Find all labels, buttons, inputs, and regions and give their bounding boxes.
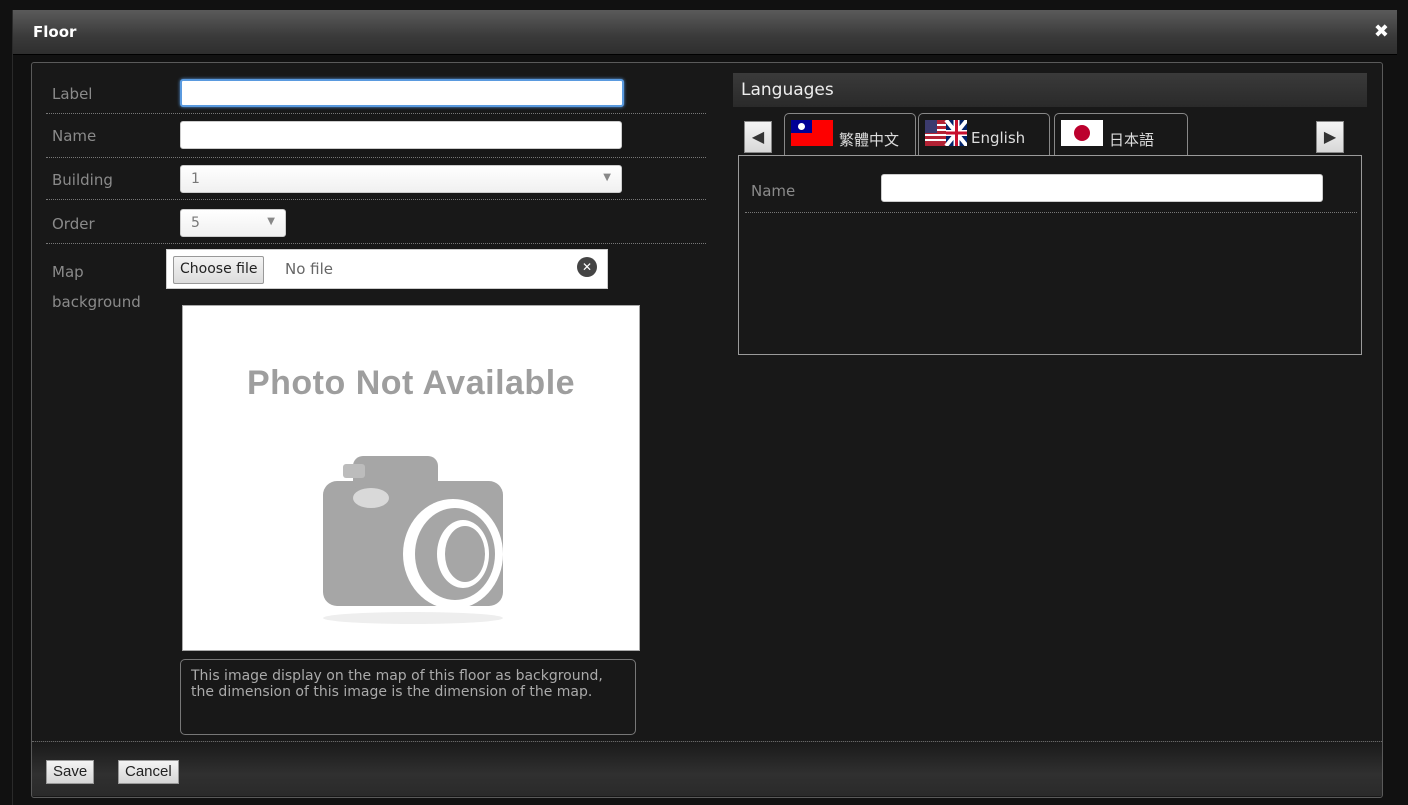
map-label-line1: Map	[52, 263, 84, 281]
label-row: Label	[46, 77, 706, 114]
translated-name-label: Name	[751, 182, 796, 200]
taiwan-flag-icon	[791, 120, 833, 146]
arrow-left-icon[interactable]: ◀	[744, 121, 772, 153]
building-selected: 1	[191, 171, 200, 187]
camera-icon	[323, 456, 503, 624]
label-label: Label	[52, 85, 93, 103]
tab-label-english: English	[971, 129, 1026, 147]
order-selected: 5	[191, 215, 200, 231]
languages-header: Languages	[733, 73, 1367, 107]
name-row: Name	[46, 119, 706, 158]
language-panel: Name	[738, 155, 1362, 355]
dialog-body: Label Name Building 1 ▼ Order 5 ▼ Map ba…	[31, 62, 1383, 798]
floor-dialog: Floor ✖ Label Name Building 1 ▼ Order 5 …	[12, 10, 1397, 805]
map-label-line2: background	[52, 293, 141, 311]
chevron-down-icon: ▼	[603, 172, 611, 183]
clear-file-icon[interactable]: ✕	[577, 257, 597, 277]
tab-label-japanese: 日本語	[1109, 131, 1155, 149]
photo-placeholder-text: Photo Not Available	[246, 364, 576, 402]
save-button[interactable]: Save	[46, 760, 95, 784]
map-background-help: This image display on the map of this fl…	[180, 659, 636, 735]
cancel-button[interactable]: Cancel	[118, 760, 179, 784]
building-label: Building	[52, 171, 113, 189]
order-label: Order	[52, 215, 95, 233]
tab-label-zh-tw: 繁體中文	[839, 131, 900, 149]
arrow-right-icon[interactable]: ▶	[1316, 121, 1344, 153]
dialog-titlebar: Floor ✖	[13, 10, 1397, 55]
dialog-title: Floor	[33, 23, 77, 41]
map-background-label: Map background	[52, 257, 141, 317]
chevron-down-icon: ▼	[267, 216, 275, 227]
uk-us-flag-icon	[925, 120, 967, 146]
translated-name-row: Name	[745, 174, 1357, 213]
choose-file-button[interactable]: Choose file	[173, 256, 265, 284]
order-row: Order 5 ▼	[46, 203, 706, 244]
file-picker: Choose file No file ✕	[166, 249, 608, 289]
label-input[interactable]	[180, 79, 624, 107]
file-status: No file	[285, 260, 334, 278]
tab-japanese[interactable]: 日本語	[1054, 113, 1188, 155]
tab-zh-tw[interactable]: 繁體中文	[784, 113, 916, 155]
building-row: Building 1 ▼	[46, 161, 706, 200]
close-icon[interactable]: ✖	[1374, 21, 1389, 42]
name-input[interactable]	[180, 121, 622, 149]
photo-placeholder: Photo Not Available	[182, 305, 640, 651]
button-bar: Save Cancel	[32, 741, 1382, 796]
order-select[interactable]: 5 ▼	[180, 209, 286, 237]
tab-english[interactable]: English	[918, 113, 1050, 155]
building-select[interactable]: 1 ▼	[180, 165, 622, 193]
translated-name-input[interactable]	[881, 174, 1323, 202]
name-label: Name	[52, 127, 97, 145]
japan-flag-icon	[1061, 120, 1103, 146]
